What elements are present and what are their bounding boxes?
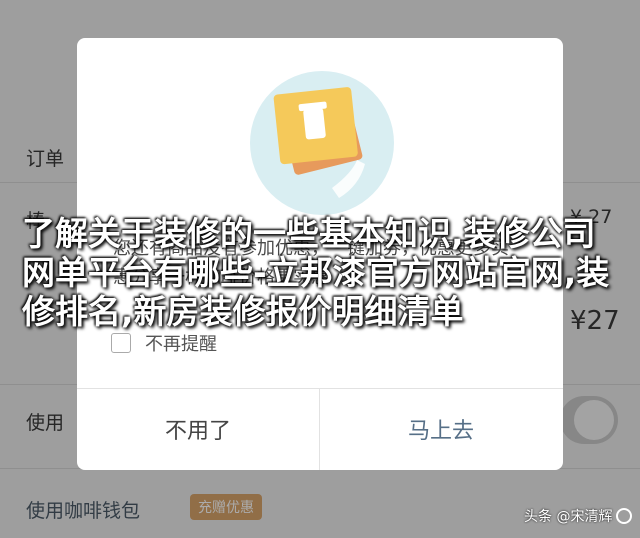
dont-remind-checkbox[interactable] xyxy=(111,333,131,353)
cup-icon xyxy=(303,108,326,140)
watermark-text: 头条 @宋清辉 xyxy=(524,509,613,525)
watermark: 头条 @宋清辉 xyxy=(524,506,633,526)
coupon-cards-illustration xyxy=(250,71,394,215)
dont-remind-label: 不再提醒 xyxy=(145,334,217,355)
dont-remind-row[interactable]: 不再提醒 xyxy=(111,330,217,356)
cancel-button[interactable]: 不用了 xyxy=(77,388,319,470)
overlay-title-text: 了解关于装修的一些基本知识,装修公司网单平台有哪些-立邦漆官方网站官网,装修排名… xyxy=(22,214,610,331)
confirm-button[interactable]: 马上去 xyxy=(320,388,562,470)
watermark-logo-icon xyxy=(616,508,633,524)
